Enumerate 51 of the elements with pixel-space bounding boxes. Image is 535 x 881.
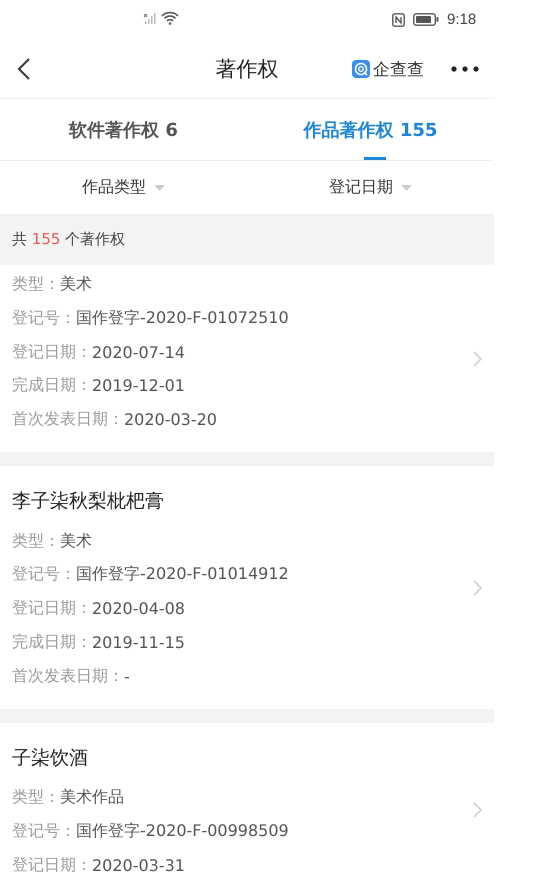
field-value: 2020-03-31 bbox=[92, 856, 185, 875]
field-value: - bbox=[124, 666, 130, 686]
field-value: 2019-12-01 bbox=[92, 376, 185, 396]
field-value: 国作登字-2020-F-01072510 bbox=[76, 308, 289, 330]
field-label: 登记日期： bbox=[12, 854, 92, 876]
tab[interactable]: 软件著作权 6 bbox=[65, 99, 182, 160]
dropdown-caret-icon bbox=[154, 184, 165, 190]
page-title: 著作权 bbox=[216, 56, 278, 83]
summary-text: 共 155 个著作权 bbox=[12, 230, 126, 249]
field-value: 2019-11-15 bbox=[92, 632, 185, 652]
field-label: 登记日期： bbox=[12, 342, 92, 363]
wifi-icon bbox=[161, 11, 179, 25]
more-icon[interactable] bbox=[451, 66, 479, 72]
field-value: 美术作品 bbox=[60, 787, 124, 808]
field-label: 登记日期： bbox=[12, 598, 92, 620]
nfc-icon bbox=[392, 12, 405, 26]
battery-icon bbox=[413, 13, 439, 26]
brand-logo-icon bbox=[352, 60, 370, 78]
field-label: 首次发表日期： bbox=[12, 409, 124, 430]
field-label: 登记号： bbox=[12, 820, 76, 842]
signal-icon bbox=[143, 11, 157, 25]
record-card[interactable]: 李子柒秋梨枇杷膏 类型：美术 登记号：国作登字-2020-F-01014912 登记日期：2020-04-08 完成日期：2019-11-15 首次发表日期：- bbox=[0, 466, 494, 709]
status-time: 9:18 bbox=[447, 11, 476, 28]
field-label: 类型： bbox=[12, 787, 60, 808]
filter-dropdown[interactable]: 登记日期 bbox=[329, 161, 412, 214]
brand-name: 企查查 bbox=[373, 58, 424, 80]
field-label: 类型： bbox=[12, 530, 60, 552]
chevron-right-icon bbox=[473, 802, 482, 818]
field-value: 美术 bbox=[60, 530, 92, 552]
field-value: 国作登字-2020-F-01014912 bbox=[76, 564, 289, 586]
field-label: 登记号： bbox=[12, 308, 76, 330]
back-icon[interactable] bbox=[17, 57, 31, 81]
tab[interactable]: 作品著作权 155 bbox=[300, 99, 442, 160]
field-label: 完成日期： bbox=[12, 375, 92, 396]
dropdown-caret-icon bbox=[401, 184, 412, 190]
field-value: 2020-04-08 bbox=[92, 599, 185, 618]
field-value: 美术 bbox=[60, 274, 92, 296]
field-value: 国作登字-2020-F-00998509 bbox=[76, 820, 289, 842]
record-title: 李子柒秋梨枇杷膏 bbox=[12, 489, 165, 514]
field-value: 2020-07-14 bbox=[92, 342, 185, 362]
record-title: 子柒饮酒 bbox=[12, 746, 89, 771]
field-label: 首次发表日期： bbox=[12, 666, 124, 687]
record-card[interactable]: 子柒饮酒 类型：美术作品 登记号：国作登字-2020-F-00998509 登记日期：2020-03-31 bbox=[0, 722, 494, 881]
filter-dropdown[interactable]: 作品类型 bbox=[82, 161, 165, 214]
chevron-right-icon bbox=[473, 580, 482, 596]
field-value: 2020-03-20 bbox=[124, 410, 217, 430]
field-label: 完成日期： bbox=[12, 632, 92, 653]
chevron-right-icon bbox=[473, 350, 482, 367]
field-label: 类型： bbox=[12, 274, 60, 296]
field-label: 登记号： bbox=[12, 564, 76, 586]
record-card[interactable]: 类型：美术 登记号：国作登字-2020-F-01072510 登记日期：2020-07-14 完成日期：2019-12-01 首次发表日期：2020-03-20 bbox=[0, 265, 494, 452]
